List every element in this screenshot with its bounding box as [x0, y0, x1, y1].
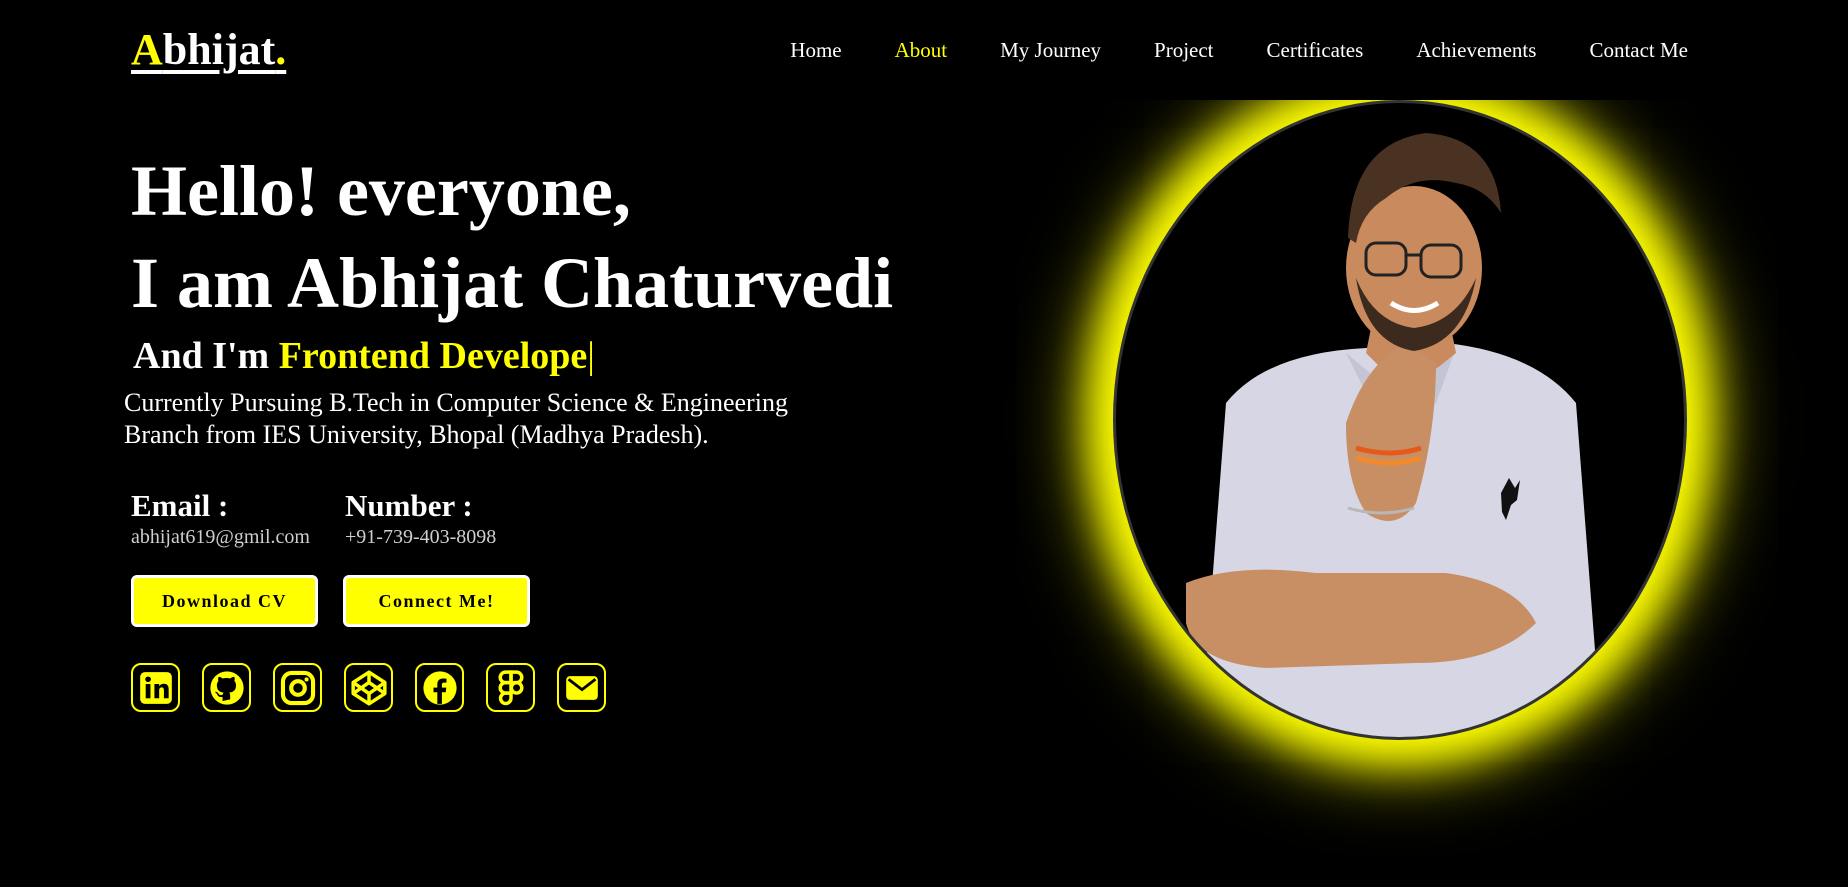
main-nav: Home About My Journey Project Certificat…	[790, 36, 1688, 64]
figma-link[interactable]	[486, 663, 535, 712]
logo-dot: .	[275, 25, 287, 74]
logo-text: bhijat	[162, 25, 276, 74]
download-cv-button[interactable]: Download CV	[131, 575, 318, 627]
facebook-icon	[422, 670, 457, 705]
email-value: abhijat619@gmil.com	[131, 526, 310, 548]
site-logo[interactable]: Abhijat.	[131, 22, 286, 78]
github-link[interactable]	[202, 663, 251, 712]
hero-section: Hello! everyone, I am Abhijat Chaturvedi…	[124, 145, 931, 712]
codepen-icon	[350, 669, 387, 706]
nav-contact-me[interactable]: Contact Me	[1589, 36, 1688, 64]
hero-description: Currently Pursuing B.Tech in Computer Sc…	[124, 387, 864, 451]
nav-achievements[interactable]: Achievements	[1416, 36, 1536, 64]
email-title: Email :	[131, 488, 229, 523]
number-block: Number : +91-739-403-8098	[345, 489, 496, 551]
figma-icon	[498, 669, 524, 705]
email-block: Email : abhijat619@gmil.com	[131, 489, 321, 551]
logo-initial: A	[131, 25, 163, 74]
codepen-link[interactable]	[344, 663, 393, 712]
site-header: Abhijat. Home About My Journey Project C…	[0, 0, 1848, 100]
profile-photo-frame	[1113, 100, 1687, 740]
desc-line-1: Currently Pursuing B.Tech in Computer Sc…	[124, 388, 788, 417]
nav-about[interactable]: About	[895, 36, 948, 64]
hero-line-2: I am Abhijat Chaturvedi	[131, 243, 894, 323]
github-icon	[209, 670, 244, 705]
linkedin-icon	[139, 671, 172, 704]
number-title: Number :	[345, 488, 473, 523]
linkedin-link[interactable]	[131, 663, 180, 712]
instagram-icon	[280, 670, 315, 705]
role-prefix: And I'm	[133, 335, 279, 377]
connect-me-button[interactable]: Connect Me!	[343, 575, 530, 627]
role-typed-text: Frontend Develope	[278, 335, 588, 377]
nav-my-journey[interactable]: My Journey	[1000, 36, 1101, 64]
number-value: +91-739-403-8098	[345, 526, 497, 548]
hero-greeting: Hello! everyone, I am Abhijat Chaturvedi	[131, 145, 931, 329]
cta-buttons: Download CV Connect Me!	[131, 575, 931, 627]
contact-info: Email : abhijat619@gmil.com Number : +91…	[131, 489, 931, 551]
typing-caret: |	[587, 335, 595, 377]
hero-role: And I'm Frontend Develope|	[133, 333, 931, 379]
profile-photo	[1113, 100, 1687, 740]
nav-project[interactable]: Project	[1154, 36, 1213, 64]
instagram-link[interactable]	[273, 663, 322, 712]
desc-line-2: Branch from IES University, Bhopal (Madh…	[124, 420, 709, 449]
mail-link[interactable]	[557, 663, 606, 712]
hero-line-1: Hello! everyone,	[131, 151, 631, 231]
nav-home[interactable]: Home	[790, 36, 841, 64]
social-links	[131, 663, 931, 712]
nav-certificates[interactable]: Certificates	[1267, 36, 1364, 64]
mail-icon	[565, 675, 598, 700]
facebook-link[interactable]	[415, 663, 464, 712]
portrait-illustration	[1186, 133, 1596, 737]
